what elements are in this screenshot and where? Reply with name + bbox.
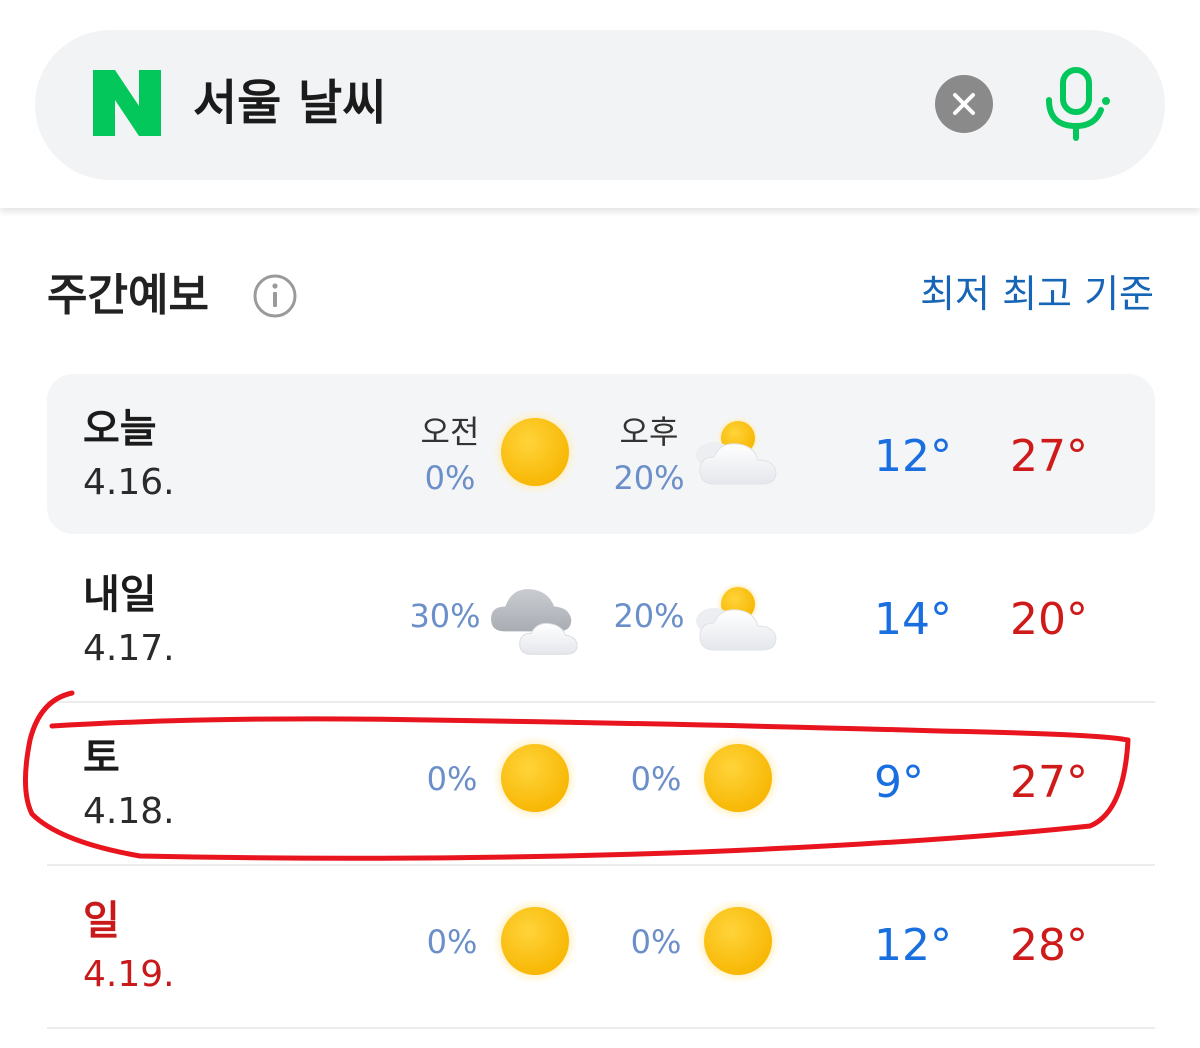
am-precipitation: 0% — [424, 459, 476, 497]
sun-icon — [693, 896, 783, 986]
pm-precipitation: 0% — [630, 923, 682, 961]
forecast-row-sunday[interactable]: 일 4.19. 0% 0% 12° 28° — [47, 866, 1155, 1026]
sort-basis-link[interactable]: 최저 최고 기준 — [920, 266, 1154, 322]
search-bar[interactable]: 서울 날씨 — [35, 30, 1165, 180]
microphone-icon[interactable] — [1039, 66, 1113, 142]
sun-icon — [490, 407, 580, 497]
am-precipitation: 0% — [426, 923, 478, 961]
forecast-row-tomorrow[interactable]: 내일 4.17. 30% 20% 14° 20° — [47, 540, 1155, 700]
max-temp: 20° — [1010, 594, 1088, 645]
forecast-row-saturday[interactable]: 토 4.18. 0% 0% 9° 27° — [47, 703, 1155, 863]
clear-search-button[interactable] — [935, 75, 993, 133]
pm-precipitation: 0% — [630, 760, 682, 798]
section-title: 주간예보 — [47, 270, 209, 321]
info-icon[interactable] — [252, 273, 298, 319]
sun-icon — [490, 733, 580, 823]
sun-icon — [490, 896, 580, 986]
sun-icon — [693, 733, 783, 823]
day-date: 4.18. — [83, 791, 175, 832]
min-temp: 12° — [874, 920, 952, 971]
forecast-row-today[interactable]: 오늘 4.16. 오전 0% 오후 20% 12° 27° — [47, 374, 1155, 534]
close-icon — [953, 93, 975, 115]
search-header: 서울 날씨 — [0, 0, 1200, 208]
min-temp: 12° — [874, 431, 952, 482]
pm-precipitation: 20% — [613, 459, 685, 497]
day-label: 토 — [83, 735, 120, 781]
max-temp: 27° — [1010, 757, 1088, 808]
day-label: 오늘 — [83, 406, 157, 452]
pm-precipitation: 20% — [613, 597, 685, 635]
day-label: 내일 — [83, 572, 157, 618]
naver-logo[interactable] — [93, 70, 161, 136]
day-date: 4.16. — [83, 462, 175, 503]
am-precipitation: 30% — [409, 597, 481, 635]
day-date: 4.19. — [83, 954, 175, 995]
search-query[interactable]: 서울 날씨 — [193, 68, 386, 138]
am-label: 오전 — [420, 413, 480, 451]
min-temp: 9° — [874, 757, 924, 808]
partly-cloudy-icon — [690, 574, 790, 664]
day-date: 4.17. — [83, 628, 175, 669]
max-temp: 28° — [1010, 920, 1088, 971]
partly-cloudy-icon — [690, 408, 790, 498]
cloudy-icon — [487, 574, 583, 660]
min-temp: 14° — [874, 594, 952, 645]
am-precipitation: 0% — [426, 760, 478, 798]
max-temp: 27° — [1010, 431, 1088, 482]
pm-label: 오후 — [619, 413, 679, 451]
day-label: 일 — [83, 898, 120, 944]
row-divider — [47, 1027, 1155, 1029]
